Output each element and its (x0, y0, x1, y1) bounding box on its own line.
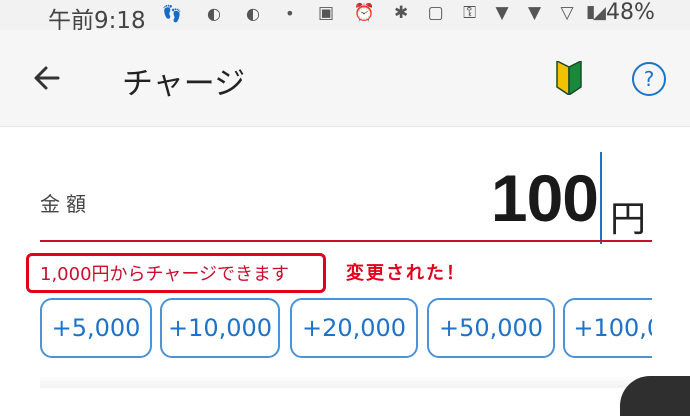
battery-icon: ▮ (586, 2, 596, 22)
beginner-mark-button[interactable] (555, 59, 583, 97)
text-cursor (600, 152, 602, 244)
error-message: 1,000円からチャージできます (40, 264, 289, 285)
help-icon: ? (643, 67, 655, 91)
chip-plus-20000[interactable]: +20,000 (290, 298, 418, 358)
chip-plus-100000[interactable]: +100,000 (563, 298, 652, 358)
amount-underline (40, 240, 652, 242)
chip-plus-50000[interactable]: +50,000 (427, 298, 555, 358)
help-button[interactable]: ? (632, 62, 666, 96)
amount-input[interactable]: 100 (491, 160, 599, 236)
content-divider (40, 376, 640, 388)
annotation-note: 変更された！ (346, 263, 466, 284)
chip-plus-10000[interactable]: +10,000 (160, 298, 280, 358)
floating-overlay-edge (620, 376, 690, 416)
beginner-mark-icon (556, 59, 582, 97)
quick-add-chips: +5,000 +10,000 +20,000 +50,000 +100,000 (0, 298, 652, 360)
back-button[interactable] (28, 58, 68, 98)
status-right-icons: ▣ ⏰ ✱ ▢ ⚿ ▼ ▼ ▽ ◢ (318, 3, 613, 23)
arrow-left-icon (34, 66, 60, 90)
amount-label: 金額 (40, 192, 92, 216)
status-bar: 午前9:18 👣 ◐ ◐ • ▣ ⏰ ✱ ▢ ⚿ ▼ ▼ ▽ ◢ ▮ 48% (0, 0, 690, 34)
status-left-icons: 👣 ◐ ◐ • (162, 4, 305, 23)
amount-unit: 円 (610, 199, 647, 240)
chip-plus-5000[interactable]: +5,000 (40, 298, 152, 358)
page-title: チャージ (122, 66, 246, 102)
app-bar: チャージ ? (0, 30, 690, 127)
battery-percent: 48% (606, 0, 655, 25)
